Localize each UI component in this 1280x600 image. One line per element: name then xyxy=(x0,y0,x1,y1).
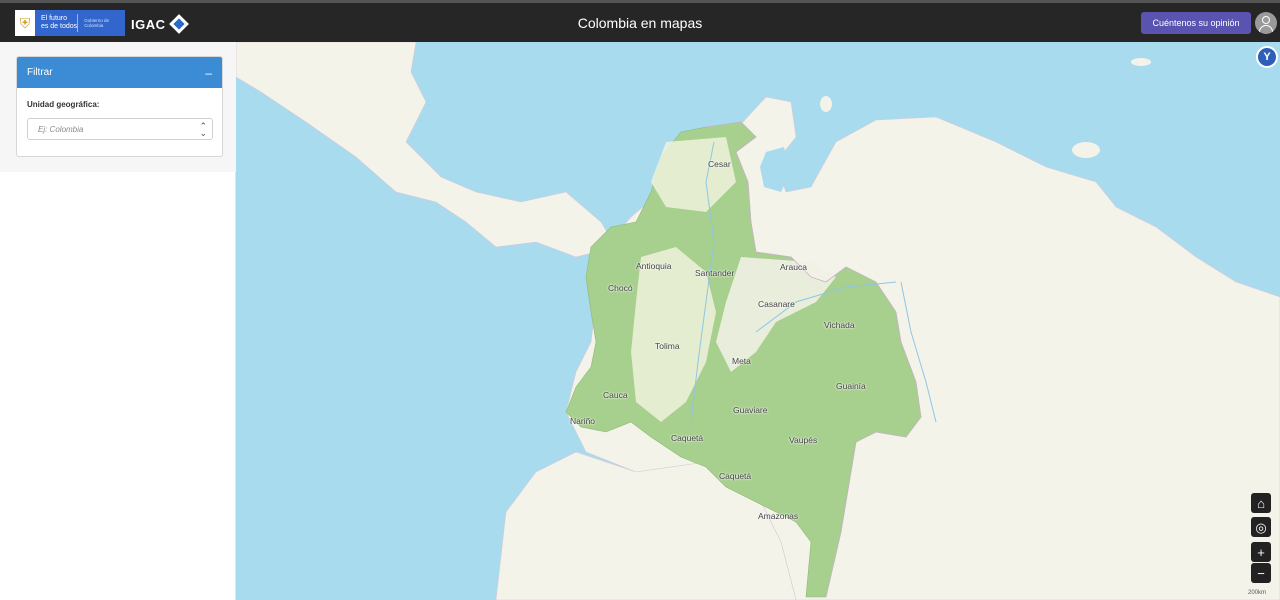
page-title: Colombia en mapas xyxy=(577,15,703,31)
select-placeholder: Ej: Colombia xyxy=(38,124,84,134)
label-caqueta: Caquetá xyxy=(671,433,704,443)
label-vichada: Vichada xyxy=(824,320,855,330)
label-casanare: Casanare xyxy=(758,299,795,309)
feedback-button[interactable]: Cuéntenos su opinión xyxy=(1141,12,1251,34)
sidebar: Filtrar – Unidad geográfica: Ej: Colombi… xyxy=(0,42,236,600)
label-antioquia: Antioquia xyxy=(636,261,672,271)
home-button[interactable]: ⌂ xyxy=(1251,493,1271,513)
top-bar: ⛨ El futuro es de todos Gobierno de Colo… xyxy=(0,0,1280,42)
zoom-out-button[interactable]: − xyxy=(1251,563,1271,583)
avatar-head xyxy=(1262,16,1270,24)
scale-bar: 200km xyxy=(1248,590,1267,596)
geographic-unit-select[interactable]: Ej: Colombia ⌃ ⌄ xyxy=(27,118,213,140)
label-narino: Nariño xyxy=(570,416,596,426)
collapse-icon[interactable]: – xyxy=(205,66,212,80)
label-arauca: Arauca xyxy=(780,262,807,272)
user-avatar-icon[interactable] xyxy=(1255,12,1277,34)
label-cauca: Cauca xyxy=(603,390,628,400)
geographic-unit-label: Unidad geográfica: xyxy=(27,100,100,109)
locate-button[interactable]: ◎ xyxy=(1251,517,1271,537)
zoom-in-button[interactable]: + xyxy=(1251,542,1271,562)
central-america-land xyxy=(236,42,617,258)
select-chevron-icon: ⌃ ⌄ xyxy=(199,121,207,138)
compass-icon[interactable]: Y xyxy=(1256,46,1278,68)
label-caqueta-south: Caquetá xyxy=(719,471,752,481)
label-tolima: Tolima xyxy=(655,341,680,351)
filter-panel: Filtrar – Unidad geográfica: Ej: Colombi… xyxy=(16,56,223,157)
label-vaupes: Vaupés xyxy=(789,435,818,445)
label-amazonas: Amazonas xyxy=(758,511,799,521)
island xyxy=(1131,58,1151,66)
label-santander: Santander xyxy=(695,268,735,278)
filter-panel-title: Filtrar xyxy=(27,67,53,78)
label-meta: Meta xyxy=(732,356,751,366)
filter-panel-header[interactable]: Filtrar – xyxy=(17,57,222,88)
map-canvas[interactable]: Cesar Antioquia Santander Arauca Chocó C… xyxy=(236,42,1280,600)
avatar-body xyxy=(1259,25,1273,34)
island xyxy=(820,96,832,112)
label-guaviare: Guaviare xyxy=(733,405,768,415)
island xyxy=(1072,142,1100,158)
label-choco: Chocó xyxy=(608,283,633,293)
label-cesar: Cesar xyxy=(708,159,731,169)
label-guainia: Guainía xyxy=(836,381,866,391)
